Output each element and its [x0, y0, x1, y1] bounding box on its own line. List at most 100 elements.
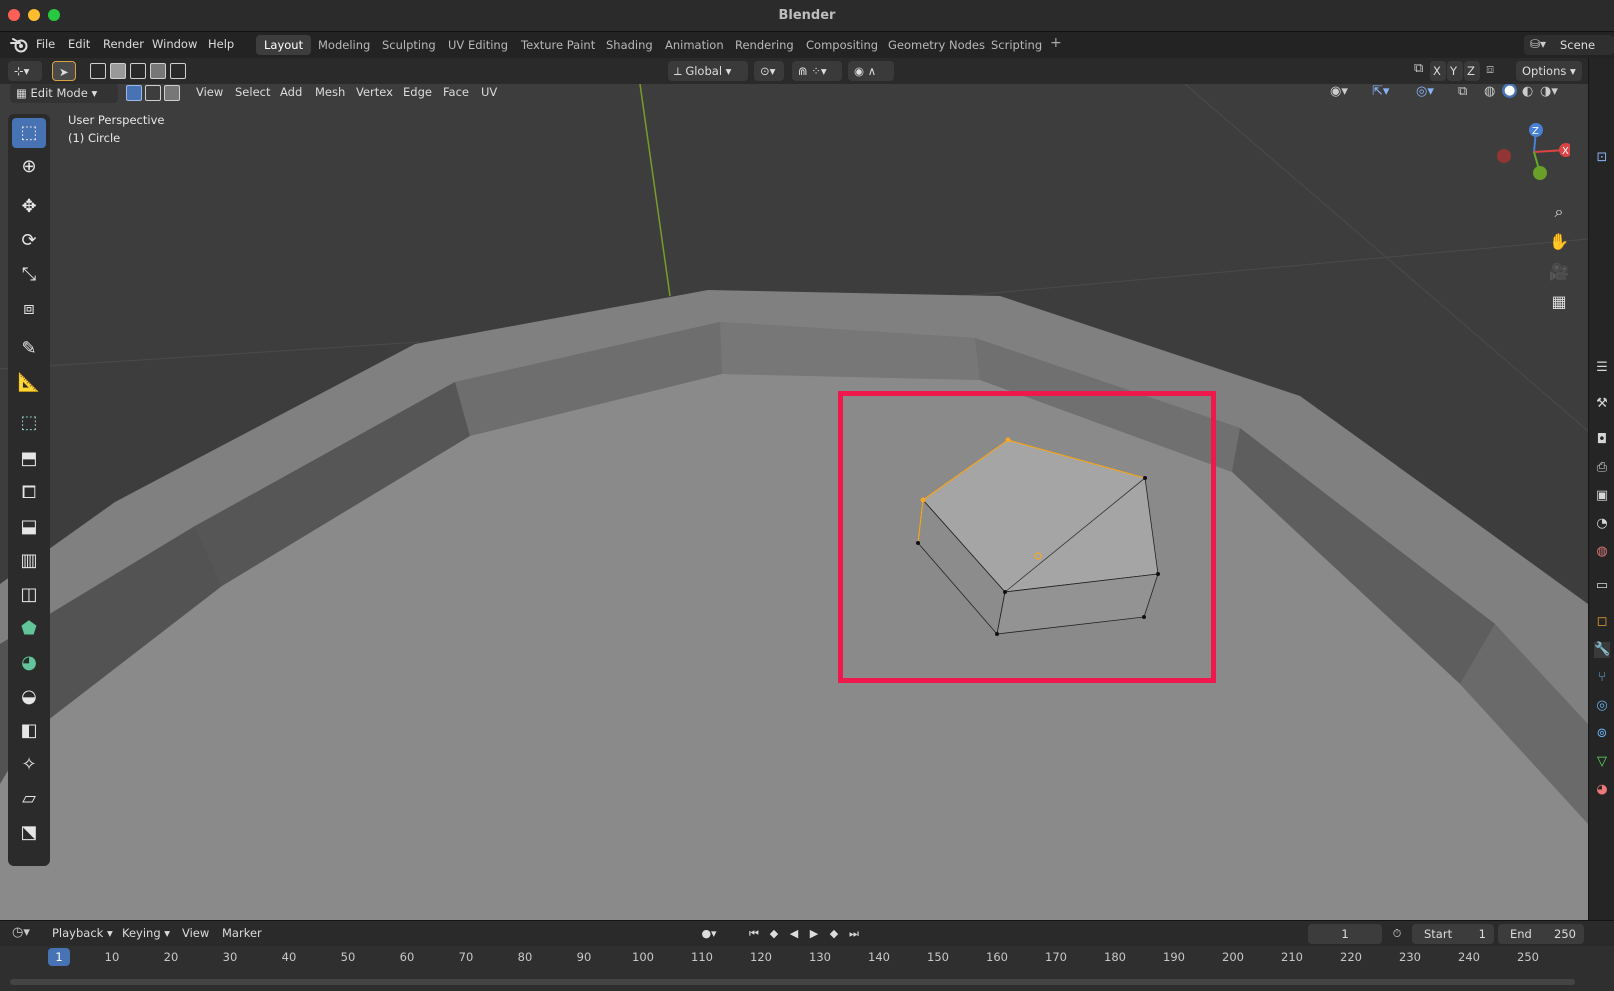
rip-region-tool[interactable]: ⬔ — [12, 818, 46, 848]
material-properties-icon[interactable]: ◕ — [1594, 782, 1610, 798]
play-icon[interactable]: ▶ — [805, 925, 823, 943]
timeline-area[interactable]: 1 10 20 30 40 50 60 70 80 90 100 110 120… — [0, 946, 1614, 991]
mirror-x-toggle[interactable]: X — [1430, 61, 1446, 81]
timeline-scrollbar[interactable] — [10, 979, 1575, 985]
shear-tool[interactable]: ▱ — [12, 784, 46, 814]
proportional-editing-toggle[interactable]: ◉ ∧ — [848, 61, 894, 81]
knife-tool[interactable]: ◫ — [12, 580, 46, 610]
timeline-editor-type-icon[interactable]: ◷▾ — [12, 925, 30, 940]
scene-properties-icon[interactable]: ◔ — [1594, 516, 1610, 532]
pan-hand-icon[interactable]: ✋ — [1545, 228, 1573, 256]
timeline-menu-playback[interactable]: Playback ▾ — [46, 924, 119, 942]
jump-prev-keyframe-icon[interactable]: ◆ — [765, 925, 783, 943]
annotate-tool[interactable]: ✎ — [12, 334, 46, 364]
current-frame-field[interactable]: 1 — [1308, 924, 1382, 944]
constraints-properties-icon[interactable]: ⊚ — [1594, 726, 1610, 742]
add-cube-tool[interactable]: ⬚ — [12, 408, 46, 438]
auto-keying-icon[interactable]: ●▾ — [700, 925, 718, 943]
tab-rendering[interactable]: Rendering — [727, 35, 802, 55]
viewport-menu-view[interactable]: View — [190, 84, 229, 101]
cursor-tool[interactable]: ⊕ — [12, 152, 46, 182]
select-mode-intersect-icon[interactable] — [170, 63, 186, 79]
tab-texture-paint[interactable]: Texture Paint — [513, 35, 603, 55]
physics-properties-icon[interactable]: ◎ — [1594, 698, 1610, 714]
tool-properties-icon[interactable]: ⊡ — [1594, 150, 1610, 166]
select-mode-extend-icon[interactable] — [110, 63, 126, 79]
gizmo-toggle-icon[interactable]: ⇱▾ — [1372, 84, 1389, 99]
end-frame-field[interactable]: End 250 — [1498, 924, 1584, 944]
select-mode-new-icon[interactable] — [90, 63, 106, 79]
mode-dropdown[interactable]: ▦ Edit Mode ▾ — [10, 84, 118, 103]
3d-viewport[interactable]: ▦ Edit Mode ▾ View Select Add Mesh Verte… — [0, 84, 1588, 920]
transform-orientation-dropdown[interactable]: ⟂ Global ▾ — [668, 61, 748, 81]
modifier-properties-icon[interactable]: 🔧 — [1594, 642, 1610, 658]
viewport-menu-edge[interactable]: Edge — [397, 84, 438, 101]
transform-tool[interactable]: ⧈ — [12, 294, 46, 324]
view-layer-icon[interactable]: ▣ — [1594, 488, 1610, 504]
face-select-mode-icon[interactable] — [164, 85, 180, 101]
blender-logo-icon[interactable] — [10, 36, 28, 54]
material-shading-icon[interactable]: ◐ — [1522, 84, 1533, 99]
tab-scripting[interactable]: Scripting — [983, 35, 1050, 55]
navigation-gizmo[interactable]: Z X — [1490, 118, 1570, 188]
properties-editor-icon[interactable]: ☰ — [1594, 360, 1610, 376]
timeline-menu-keying[interactable]: Keying ▾ — [116, 924, 176, 942]
tab-shading[interactable]: Shading — [598, 35, 661, 55]
viewport-menu-face[interactable]: Face — [437, 84, 475, 101]
select-mode-invert-icon[interactable] — [150, 63, 166, 79]
rotate-tool[interactable]: ⟳ — [12, 226, 46, 256]
inset-tool[interactable]: ⧠ — [12, 478, 46, 508]
mirror-z-toggle[interactable]: Z — [1464, 61, 1480, 81]
tab-animation[interactable]: Animation — [657, 35, 732, 55]
timeline-menu-marker[interactable]: Marker — [216, 924, 268, 942]
play-reverse-icon[interactable]: ◀ — [785, 925, 803, 943]
loop-cut-tool[interactable]: ▥ — [12, 546, 46, 576]
active-tool-icon[interactable]: ⚒ — [1594, 396, 1610, 412]
data-properties-icon[interactable]: ▽ — [1594, 754, 1610, 770]
output-properties-icon[interactable]: ⎙ — [1594, 460, 1610, 476]
tab-uv-editing[interactable]: UV Editing — [440, 35, 516, 55]
vertex-select-mode-icon[interactable] — [126, 85, 142, 101]
collection-properties-icon[interactable]: ▭ — [1594, 578, 1610, 594]
edge-slide-tool[interactable]: ◧ — [12, 716, 46, 746]
jump-end-icon[interactable]: ⏭ — [845, 925, 863, 943]
mirror-icon[interactable]: ⧉ — [1414, 61, 1423, 76]
viewport-menu-select[interactable]: Select — [229, 84, 276, 101]
scene-selector[interactable]: ⛁▾ Scene — [1524, 35, 1614, 55]
active-tool-button[interactable]: ➤ — [52, 61, 76, 81]
poly-build-tool[interactable]: ⬟ — [12, 614, 46, 644]
viewport-menu-add[interactable]: Add — [274, 84, 308, 101]
viewport-menu-mesh[interactable]: Mesh — [309, 84, 351, 101]
rendered-shading-icon[interactable]: ◑▾ — [1540, 84, 1558, 99]
options-dropdown[interactable]: Options ▾ — [1516, 61, 1582, 81]
extrude-tool[interactable]: ⬒ — [12, 444, 46, 474]
pivot-point-dropdown[interactable]: ⊙▾ — [754, 61, 784, 81]
world-properties-icon[interactable]: ◍ — [1594, 544, 1610, 560]
object-properties-icon[interactable]: ◻ — [1594, 614, 1610, 630]
jump-next-keyframe-icon[interactable]: ◆ — [825, 925, 843, 943]
menu-file[interactable]: File — [36, 37, 55, 51]
bevel-tool[interactable]: ⬓ — [12, 512, 46, 542]
zoom-icon[interactable]: ⌕ — [1545, 198, 1573, 226]
snapping-toggle[interactable]: ⋒ ⁘▾ — [792, 61, 842, 81]
shrink-fatten-tool[interactable]: ✧ — [12, 750, 46, 780]
editor-type-button[interactable]: ⊹▾ — [8, 61, 42, 81]
menu-help[interactable]: Help — [208, 37, 234, 51]
add-workspace-icon[interactable]: + — [1050, 35, 1062, 51]
perspective-toggle-icon[interactable]: ▦ — [1545, 288, 1573, 316]
edge-select-mode-icon[interactable] — [145, 85, 161, 101]
viewport-menu-uv[interactable]: UV — [475, 84, 503, 101]
move-tool[interactable]: ✥ — [12, 192, 46, 222]
menu-render[interactable]: Render — [103, 37, 144, 51]
timeline-menu-view[interactable]: View — [176, 924, 215, 942]
xray-toggle-icon[interactable]: ⧉ — [1458, 84, 1467, 99]
scale-tool[interactable]: ⤡ — [12, 260, 46, 290]
tab-sculpting[interactable]: Sculpting — [374, 35, 444, 55]
auto-merge-icon[interactable]: ⧈ — [1486, 62, 1494, 77]
spin-tool[interactable]: ◕ — [12, 648, 46, 678]
menu-edit[interactable]: Edit — [68, 37, 90, 51]
preview-range-icon[interactable]: ⏱ — [1388, 925, 1406, 943]
tab-modeling[interactable]: Modeling — [310, 35, 378, 55]
select-box-tool[interactable]: ⬚ — [12, 118, 46, 148]
overlays-toggle-icon[interactable]: ◎▾ — [1416, 84, 1434, 99]
